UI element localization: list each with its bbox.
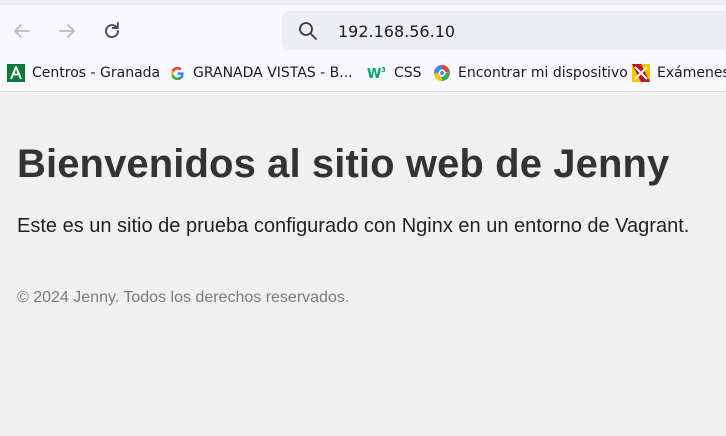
bookmark-label: Encontrar mi dispositivo: [458, 65, 628, 81]
browser-chrome: 192.168.56.10 Centros - Granada GRANADA …: [0, 0, 726, 92]
bookmark-granada-vistas[interactable]: GRANADA VISTAS - B...: [168, 63, 353, 83]
footer-text: © 2024 Jenny. Todos los derechos reserva…: [17, 289, 350, 306]
page-title: Bienvenidos al sitio web de Jenny: [17, 142, 670, 186]
bookmark-label: Centros - Granada: [32, 65, 161, 81]
bookmark-label: Exámenes: [657, 65, 726, 81]
bookmark-examenes[interactable]: Exámenes: [632, 63, 726, 83]
search-icon: [299, 22, 317, 40]
address-bar[interactable]: 192.168.56.10: [282, 11, 726, 50]
svg-text:3: 3: [381, 66, 386, 74]
bookmark-css[interactable]: W 3 CSS: [367, 63, 422, 83]
address-text[interactable]: 192.168.56.10: [338, 22, 455, 41]
google-icon: [168, 64, 186, 82]
back-button[interactable]: [7, 16, 37, 46]
arrow-left-icon: [14, 24, 30, 38]
examenes-icon: [632, 64, 650, 82]
junta-andalucia-icon: [7, 64, 25, 82]
reload-icon: [105, 22, 119, 39]
bookmark-label: CSS: [394, 65, 422, 81]
find-device-icon: [433, 64, 451, 82]
w3schools-icon: W 3: [367, 64, 387, 82]
bookmark-centros-granada[interactable]: Centros - Granada: [7, 63, 160, 83]
intro-text: Este es un sitio de prueba configurado c…: [17, 215, 690, 237]
arrow-right-icon: [59, 24, 75, 38]
forward-button[interactable]: [52, 16, 82, 46]
bookmark-encontrar-dispositivo[interactable]: Encontrar mi dispositivo: [433, 63, 628, 83]
reload-button[interactable]: [97, 16, 127, 46]
tab-strip-edge: [0, 0, 726, 5]
bookmark-label: GRANADA VISTAS - B...: [193, 65, 353, 81]
svg-text:W: W: [367, 67, 381, 81]
